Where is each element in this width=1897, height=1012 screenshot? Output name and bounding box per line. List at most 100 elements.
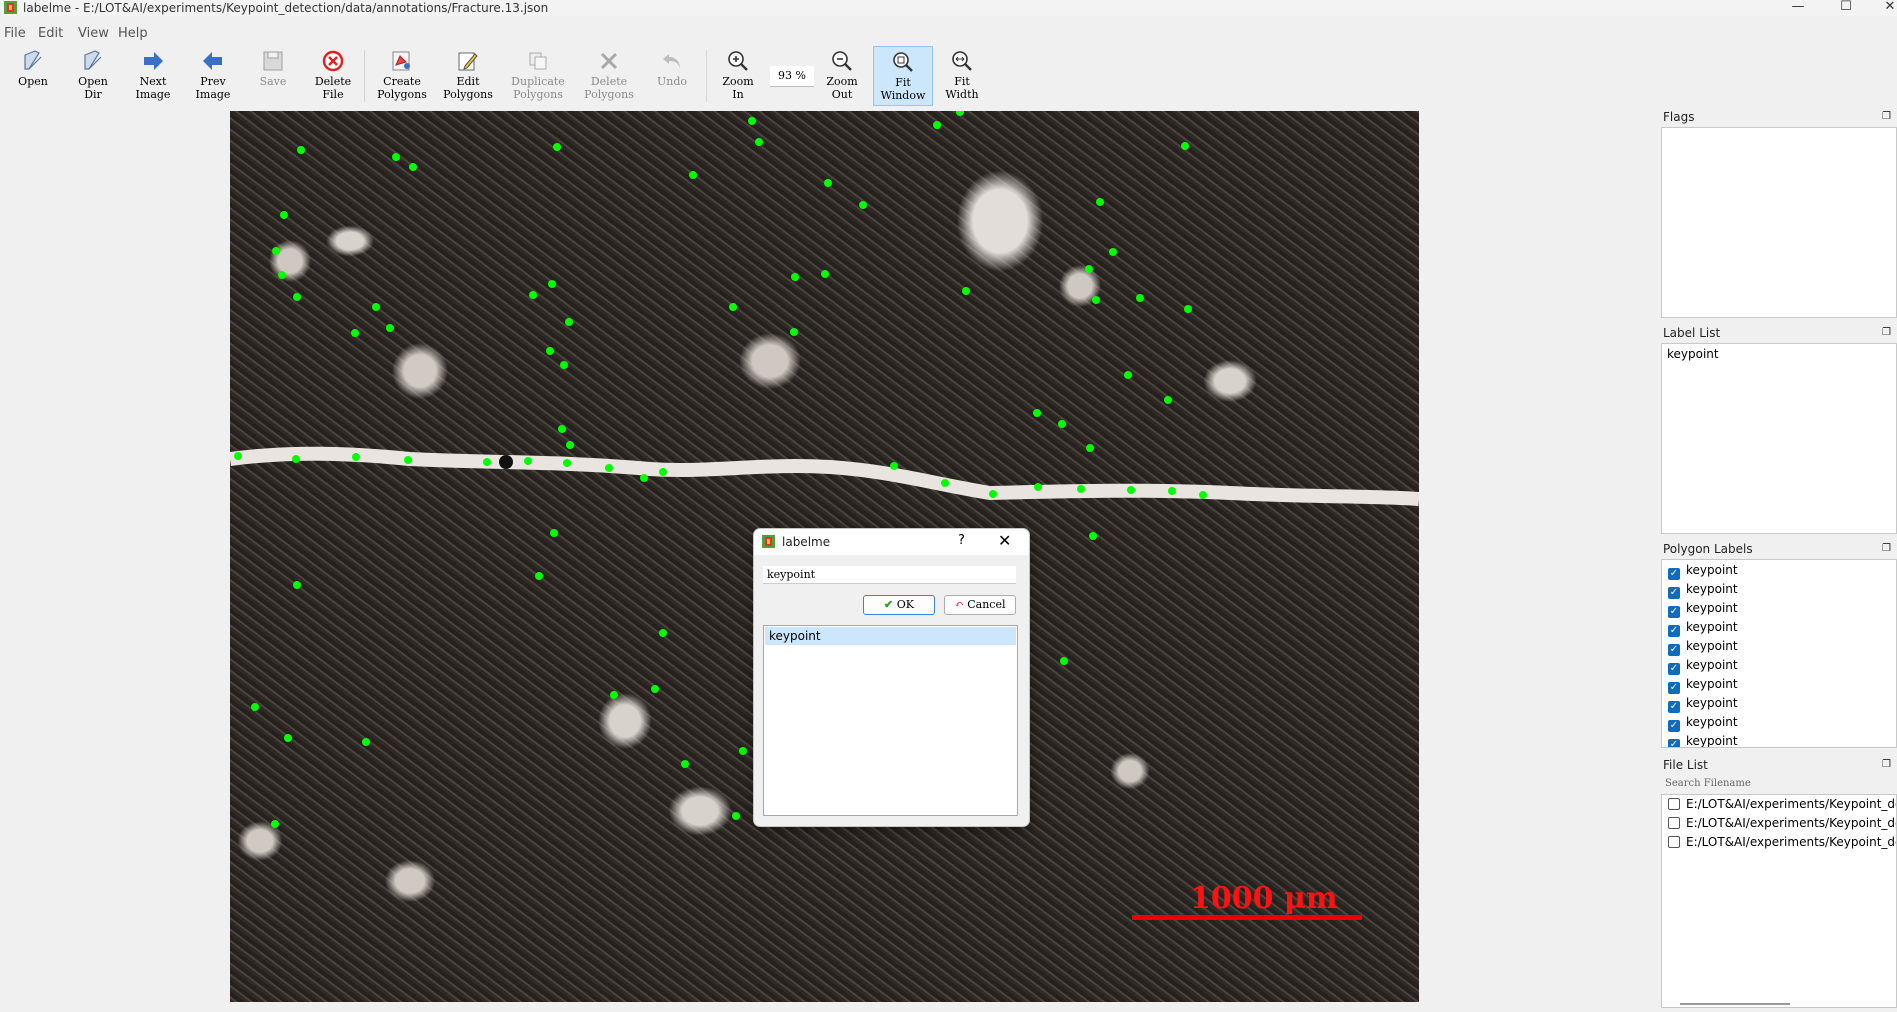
polygon-label-item[interactable]: keypoint	[1668, 561, 1738, 580]
keypoint-marker[interactable]	[790, 328, 798, 336]
keypoint-marker[interactable]	[409, 163, 417, 171]
keypoint-marker[interactable]	[755, 138, 763, 146]
checkbox-checked-icon[interactable]	[1668, 720, 1680, 732]
keypoint-marker[interactable]	[1168, 487, 1176, 495]
ok-button[interactable]: ✔ OK	[863, 595, 935, 615]
delete-polygons-button[interactable]: Delete Polygons	[578, 46, 640, 106]
file-list-item[interactable]: E:/LOT&AI/experiments/Keypoint_detection…	[1668, 814, 1896, 833]
keypoint-marker[interactable]	[483, 458, 491, 466]
keypoint-marker[interactable]	[1096, 198, 1104, 206]
keypoint-marker[interactable]	[546, 347, 554, 355]
polygon-label-item[interactable]: keypoint	[1668, 694, 1738, 713]
polygon-label-item[interactable]: keypoint	[1668, 732, 1738, 747]
keypoint-marker[interactable]	[563, 459, 571, 467]
polygon-label-item[interactable]: keypoint	[1668, 713, 1738, 732]
keypoint-marker[interactable]	[1033, 409, 1041, 417]
keypoint-marker[interactable]	[1092, 296, 1100, 304]
keypoint-marker[interactable]	[292, 455, 300, 463]
keypoint-marker[interactable]	[1077, 485, 1085, 493]
dock-float-icon[interactable]: ❐	[1882, 756, 1891, 774]
list-item[interactable]: keypoint	[1667, 347, 1719, 361]
keypoint-marker[interactable]	[1164, 396, 1172, 404]
keypoint-marker[interactable]	[989, 490, 997, 498]
keypoint-marker[interactable]	[1034, 483, 1042, 491]
keypoint-marker[interactable]	[386, 324, 394, 332]
cancel-button[interactable]: ↶ Cancel	[944, 595, 1016, 615]
undo-button[interactable]: Undo	[648, 46, 696, 106]
fit-window-button[interactable]: Fit Window	[873, 46, 933, 106]
dialog-close-button[interactable]: ✕	[998, 531, 1011, 550]
keypoint-marker[interactable]	[824, 179, 832, 187]
keypoint-marker[interactable]	[351, 329, 359, 337]
keypoint-marker[interactable]	[272, 247, 280, 255]
keypoint-marker[interactable]	[681, 760, 689, 768]
checkbox-checked-icon[interactable]	[1668, 739, 1680, 747]
keypoint-marker[interactable]	[404, 456, 412, 464]
checkbox-checked-icon[interactable]	[1668, 587, 1680, 599]
keypoint-marker[interactable]	[529, 291, 537, 299]
keypoint-marker[interactable]	[1184, 305, 1192, 313]
delete-file-button[interactable]: Delete File	[308, 46, 358, 106]
keypoint-marker[interactable]	[1060, 657, 1068, 665]
keypoint-marker[interactable]	[271, 820, 279, 828]
keypoint-marker[interactable]	[1124, 371, 1132, 379]
maximize-button[interactable]: ☐	[1826, 0, 1866, 16]
keypoint-marker[interactable]	[659, 468, 667, 476]
horizontal-scrollbar[interactable]	[1680, 1003, 1790, 1005]
fit-width-button[interactable]: Fit Width	[938, 46, 986, 106]
checkbox-unchecked-icon[interactable]	[1668, 817, 1680, 829]
keypoint-marker[interactable]	[659, 629, 667, 637]
polygon-label-item[interactable]: keypoint	[1668, 656, 1738, 675]
keypoint-marker[interactable]	[890, 462, 898, 470]
dialog-help-button[interactable]: ?	[958, 533, 965, 548]
open-dir-button[interactable]: Open Dir	[68, 46, 118, 106]
keypoint-marker[interactable]	[732, 812, 740, 820]
dock-float-icon[interactable]: ❐	[1882, 108, 1891, 126]
keypoint-marker[interactable]	[362, 738, 370, 746]
keypoint-marker[interactable]	[553, 143, 561, 151]
keypoint-marker[interactable]	[941, 479, 949, 487]
polygon-label-item[interactable]: keypoint	[1668, 618, 1738, 637]
checkbox-unchecked-icon[interactable]	[1668, 836, 1680, 848]
list-item[interactable]: keypoint	[765, 627, 1016, 645]
canvas-area[interactable]: 1000 μm labelme ? ✕ keypoint ✔ OK ↶ Canc…	[0, 108, 1656, 1012]
file-list-item[interactable]: E:/LOT&AI/experiments/Keypoint_detection…	[1668, 833, 1896, 852]
keypoint-marker[interactable]	[234, 452, 242, 460]
checkbox-unchecked-icon[interactable]	[1668, 798, 1680, 810]
prev-image-button[interactable]: Prev Image	[188, 46, 238, 106]
checkbox-checked-icon[interactable]	[1668, 625, 1680, 637]
checkbox-checked-icon[interactable]	[1668, 606, 1680, 618]
keypoint-marker[interactable]	[1199, 491, 1207, 499]
duplicate-polygons-button[interactable]: Duplicate Polygons	[504, 46, 572, 106]
keypoint-marker[interactable]	[524, 457, 532, 465]
polygon-label-item[interactable]: keypoint	[1668, 580, 1738, 599]
edit-polygons-button[interactable]: Edit Polygons	[440, 46, 496, 106]
keypoint-marker[interactable]	[1109, 248, 1117, 256]
keypoint-marker[interactable]	[284, 734, 292, 742]
keypoint-marker[interactable]	[372, 303, 380, 311]
keypoint-marker[interactable]	[651, 685, 659, 693]
keypoint-marker[interactable]	[1058, 420, 1066, 428]
keypoint-marker[interactable]	[640, 474, 648, 482]
keypoint-marker[interactable]	[739, 747, 747, 755]
keypoint-marker[interactable]	[550, 529, 558, 537]
checkbox-checked-icon[interactable]	[1668, 663, 1680, 675]
create-polygons-button[interactable]: Create Polygons	[372, 46, 432, 106]
keypoint-marker[interactable]	[352, 453, 360, 461]
keypoint-marker[interactable]	[1136, 294, 1144, 302]
checkbox-checked-icon[interactable]	[1668, 682, 1680, 694]
keypoint-marker[interactable]	[565, 318, 573, 326]
menu-edit[interactable]: Edit	[38, 26, 63, 41]
keypoint-marker[interactable]	[729, 303, 737, 311]
save-button[interactable]: Save	[248, 46, 298, 106]
keypoint-marker[interactable]	[1089, 532, 1097, 540]
keypoint-marker[interactable]	[392, 153, 400, 161]
next-image-button[interactable]: Next Image	[128, 46, 178, 106]
keypoint-marker[interactable]	[933, 121, 941, 129]
keypoint-marker[interactable]	[605, 464, 613, 472]
keypoint-marker[interactable]	[1127, 486, 1135, 494]
keypoint-marker[interactable]	[1181, 142, 1189, 150]
polygon-label-item[interactable]: keypoint	[1668, 637, 1738, 656]
keypoint-marker[interactable]	[689, 171, 697, 179]
menu-help[interactable]: Help	[118, 26, 148, 41]
